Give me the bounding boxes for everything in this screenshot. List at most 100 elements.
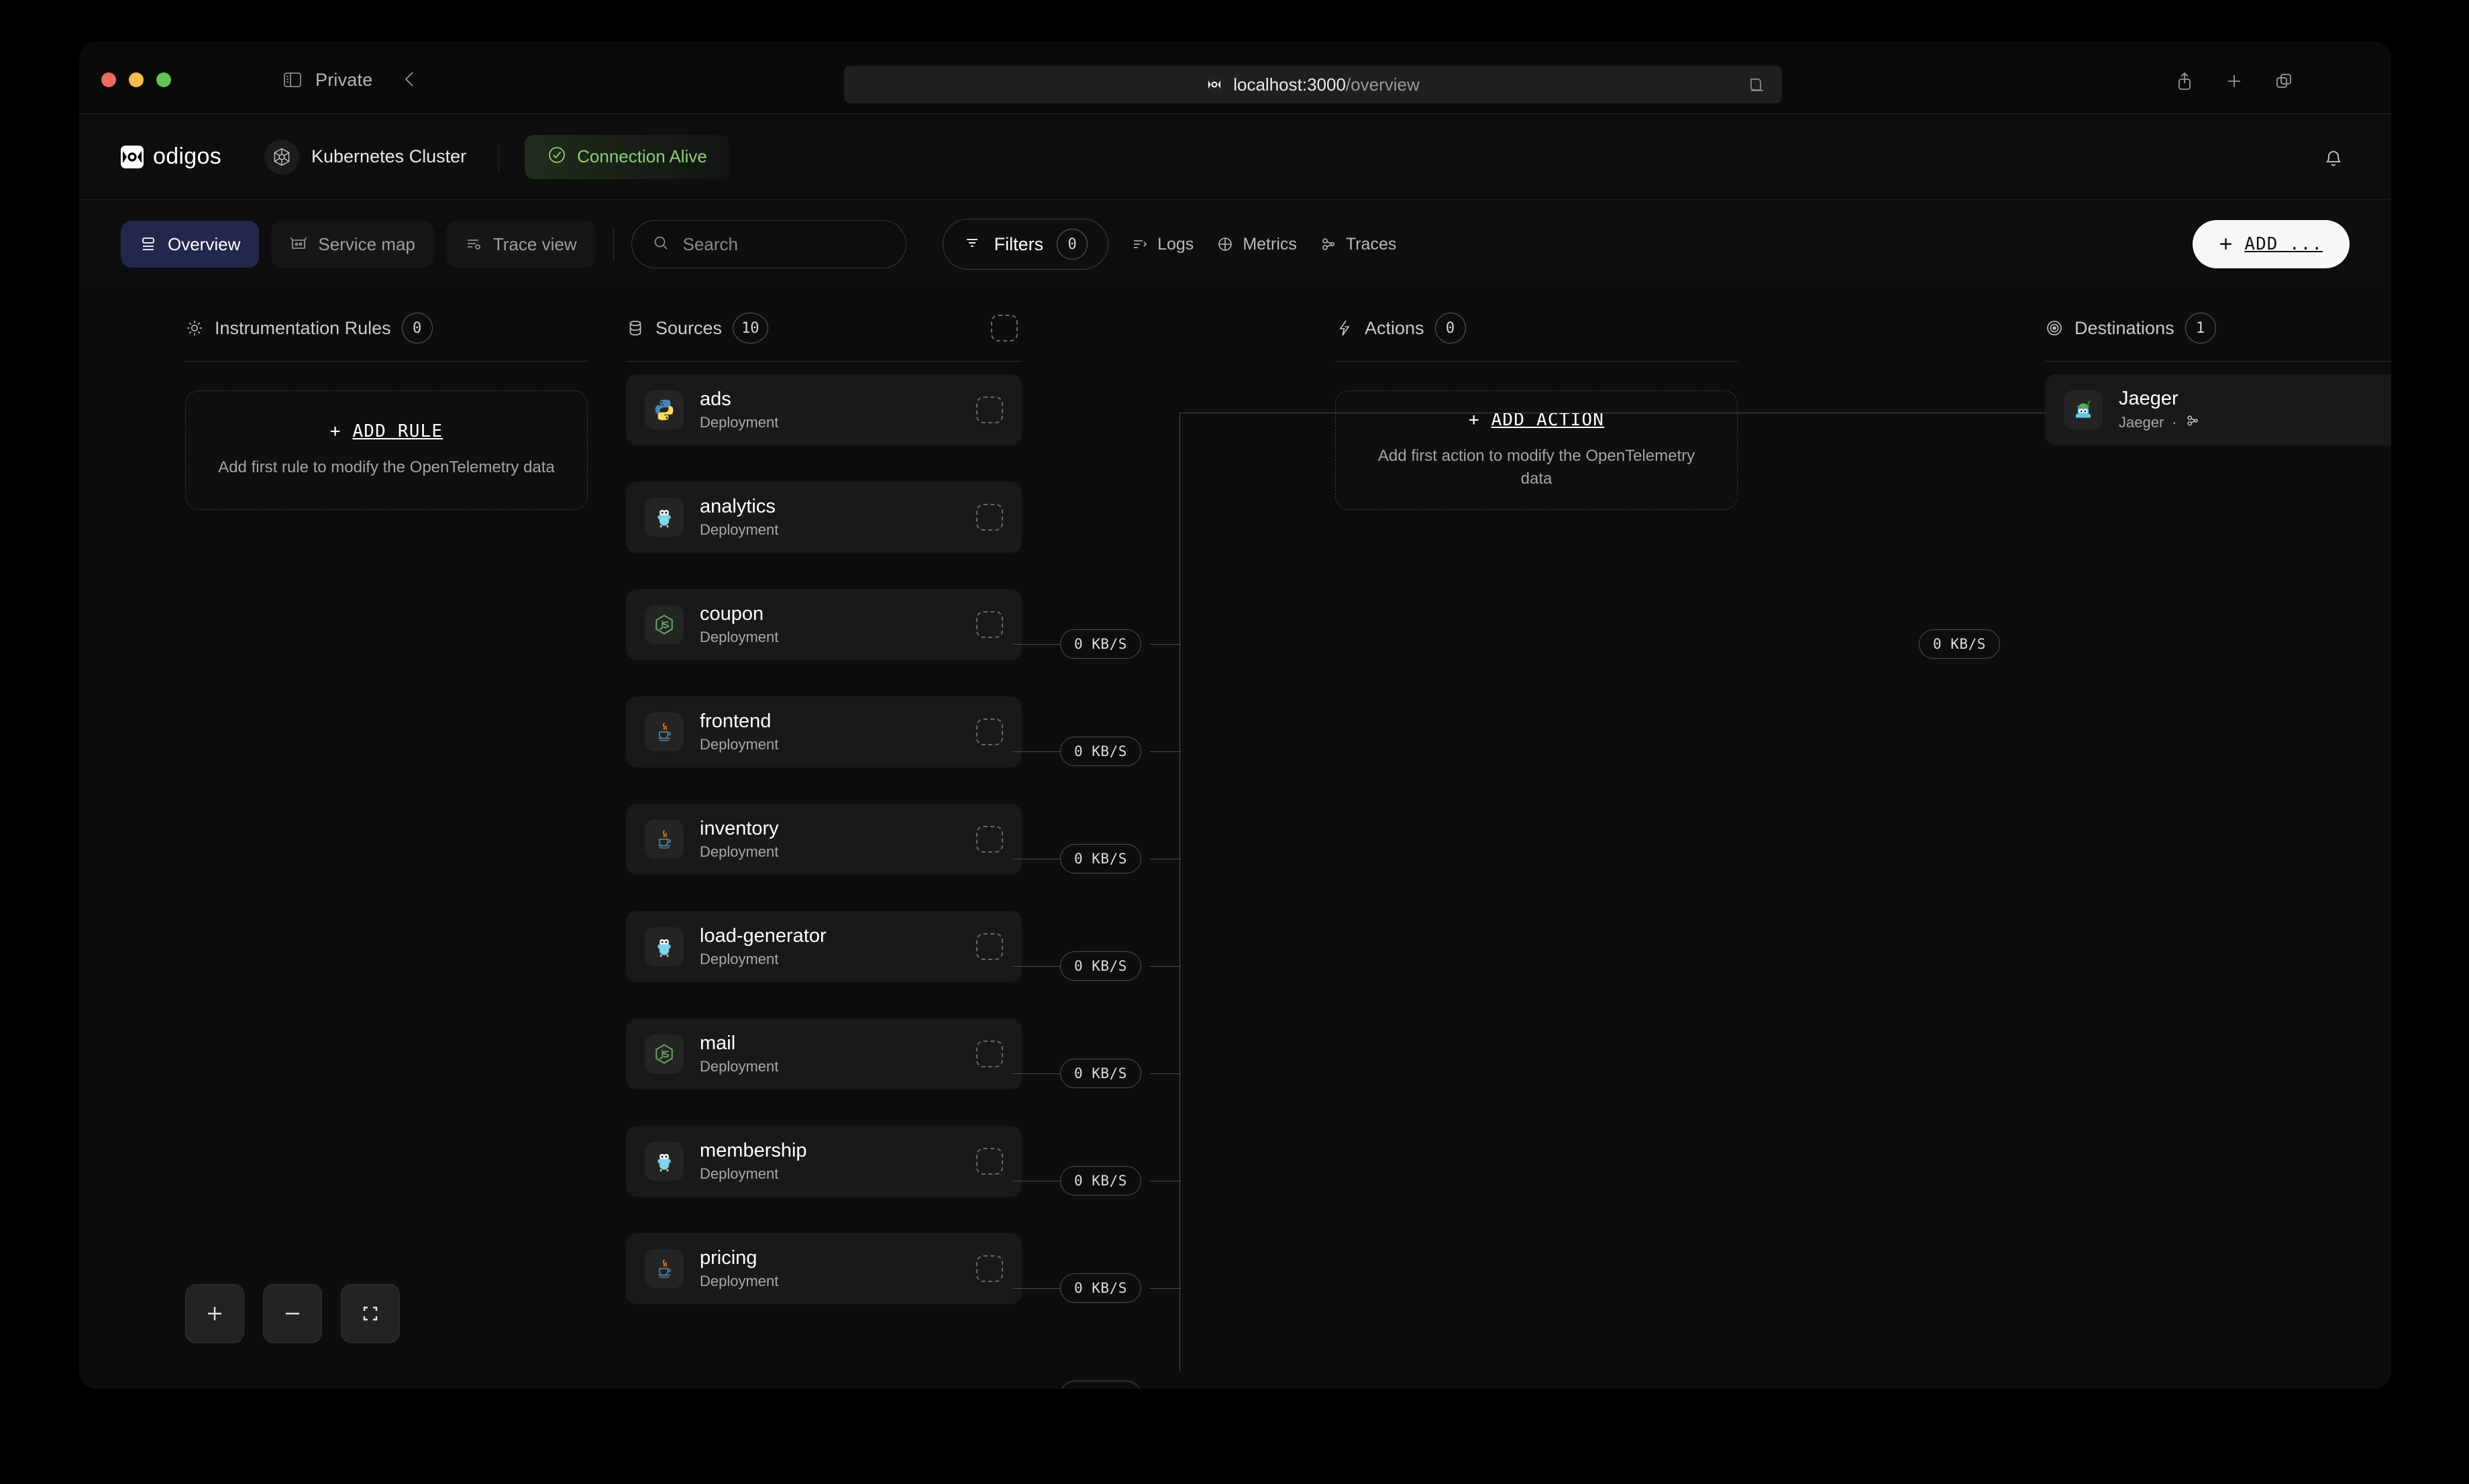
go-gopher-icon [645,927,684,966]
plus-icon: + [329,421,342,441]
metrics-icon [1216,235,1234,253]
site-favicon [1206,76,1223,93]
add-rule-description: Add first rule to modify the OpenTelemet… [218,458,555,476]
source-handle[interactable] [976,933,1003,960]
source-text-analytics: analytics Deployment [700,496,778,539]
throughput-destination: 0 KB/S [1919,629,2000,659]
destination-separator: · [2172,414,2177,431]
source-node-analytics[interactable]: analytics Deployment [626,482,1022,553]
cluster-selector[interactable]: Kubernetes Cluster [264,139,467,174]
source-kind: Deployment [700,629,779,646]
rules-title: Instrumentation Rules [215,317,391,338]
odigos-wordmark: odigos [153,144,221,169]
overview-icon [140,235,157,253]
python-icon [645,390,684,429]
url-bar[interactable]: localhost:3000 /overview [844,66,1782,103]
traffic-lights [101,72,171,87]
fit-view-button[interactable] [341,1284,400,1343]
destination-node-jaeger[interactable]: Jaeger Jaeger · [2045,374,2391,445]
share-icon[interactable] [2174,71,2195,91]
minimize-window-button[interactable] [129,72,144,87]
signal-toggle-logs[interactable]: Logs [1131,235,1194,254]
source-node-load-generator[interactable]: load-generator Deployment [626,911,1022,982]
traces-icon [2185,413,2200,432]
source-node-coupon[interactable]: coupon Deployment [626,589,1022,660]
cluster-name: Kubernetes Cluster [311,146,467,166]
notification-bell-icon[interactable] [2323,148,2344,169]
add-rule-card[interactable]: + ADD RULE Add first rule to modify the … [185,390,588,510]
plus-icon [203,1302,226,1325]
add-button[interactable]: + ADD ... [2192,220,2350,268]
actions-underline [1335,361,1738,362]
traces-label: Traces [1345,234,1397,254]
source-handle[interactable] [976,1255,1003,1282]
sources-title: Sources [655,317,723,338]
signal-toggle-metrics[interactable]: Metrics [1216,235,1297,254]
source-node-mail[interactable]: mail Deployment [626,1018,1022,1090]
reader-view-icon[interactable] [1748,76,1766,93]
traces-icon [1320,235,1337,253]
source-text-membership: membership Deployment [700,1140,807,1183]
tab-service-map[interactable]: Service map [271,221,434,268]
source-handle[interactable] [976,1148,1003,1175]
close-window-button[interactable] [101,72,116,87]
source-handle[interactable] [976,1041,1003,1067]
add-action-card[interactable]: + ADD ACTION Add first action to modify … [1335,390,1738,510]
source-text-load-generator: load-generator Deployment [700,925,827,968]
throughput-membership: 0 KB/S [1060,1381,1141,1389]
actions-count-badge: 0 [1434,313,1466,343]
java-icon [645,712,684,751]
sources-column-handle[interactable] [991,315,1018,341]
add-button-label: ADD ... [2244,234,2323,254]
column-header-actions: Actions 0 [1335,313,1738,362]
sources-database-icon [626,319,645,337]
source-handle[interactable] [976,504,1003,531]
signal-toggle-traces[interactable]: Traces [1320,235,1396,254]
topology-canvas[interactable]: Instrumentation Rules 0 Sources 10 Actio… [79,288,2391,1389]
sidebar-icon[interactable] [284,72,301,87]
tab-overview-icon[interactable] [2274,71,2294,91]
go-gopher-icon [645,498,684,537]
source-node-inventory[interactable]: inventory Deployment [626,804,1022,875]
tab-overview-label: Overview [168,233,241,254]
edge-mail-left [1013,1288,1061,1289]
source-text-pricing: pricing Deployment [700,1247,778,1290]
new-tab-plus-icon[interactable] [2224,71,2244,91]
tab-trace-view[interactable]: Trace view [445,221,596,268]
edge-inventory-right [1150,1073,1181,1074]
throughput-frontend: 0 KB/S [1060,951,1141,981]
odigos-logo[interactable]: odigos [121,144,221,170]
source-node-frontend[interactable]: frontend Deployment [626,696,1022,767]
source-handle[interactable] [976,396,1003,423]
back-chevron-icon[interactable] [401,70,419,89]
edge-analytics-right [1150,751,1181,752]
java-icon [645,820,684,859]
filters-button[interactable]: Filters 0 [942,219,1109,270]
search-input[interactable] [682,233,878,255]
source-handle[interactable] [976,611,1003,638]
search-box[interactable] [631,220,906,268]
zoom-out-button[interactable] [263,1284,322,1343]
tab-service-map-label: Service map [318,233,415,254]
column-header-rules: Instrumentation Rules 0 [185,313,588,362]
metrics-label: Metrics [1243,234,1297,254]
source-handle[interactable] [976,719,1003,745]
browser-window: Private localhost:3000 /overview odigos … [79,42,2391,1389]
source-text-mail: mail Deployment [700,1032,778,1075]
source-kind: Deployment [700,1058,779,1075]
tab-overview[interactable]: Overview [121,221,260,268]
column-header-destinations: Destinations 1 [2045,313,2391,362]
trace-view-icon [465,235,482,253]
source-node-membership[interactable]: membership Deployment [626,1126,1022,1197]
service-map-icon [290,235,307,253]
source-node-pricing[interactable]: pricing Deployment [626,1233,1022,1304]
url-path: /overview [1345,74,1420,95]
source-handle[interactable] [976,826,1003,853]
maximize-window-button[interactable] [156,72,171,87]
check-circle-icon [547,146,566,168]
source-kind: Deployment [700,736,779,753]
zoom-in-button[interactable] [185,1284,244,1343]
source-node-ads[interactable]: ads Deployment [626,374,1022,445]
kubernetes-icon [264,139,299,174]
source-name: analytics [700,495,776,517]
